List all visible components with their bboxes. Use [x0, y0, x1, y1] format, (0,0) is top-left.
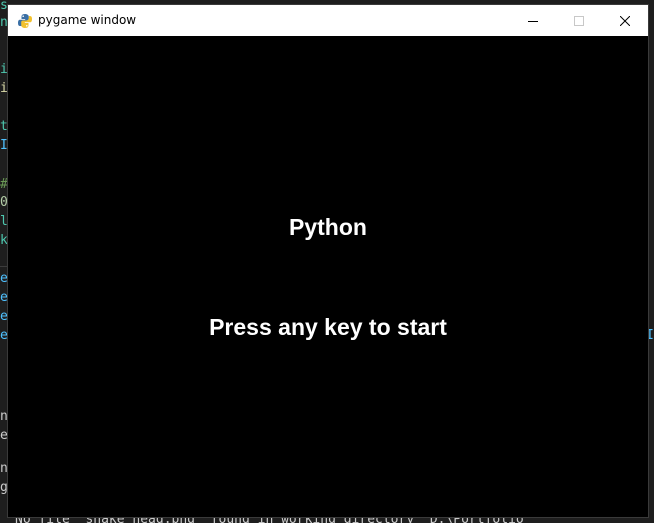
game-canvas[interactable]: Python Press any key to start [8, 36, 648, 517]
maximize-button[interactable] [556, 5, 602, 36]
close-button[interactable] [602, 5, 648, 36]
minimize-icon [528, 11, 538, 30]
desktop: s n i i t I # 0 l k e e e e n\ e( n\ g I… [0, 0, 654, 523]
window-titlebar[interactable]: pygame window [8, 5, 648, 36]
minimize-button[interactable] [510, 5, 556, 36]
window-title: pygame window [38, 13, 137, 27]
maximize-icon [574, 11, 584, 30]
start-prompt: Press any key to start [209, 314, 447, 340]
close-icon [619, 11, 631, 30]
pygame-snake-icon [17, 13, 33, 29]
game-title: Python [289, 214, 367, 240]
pygame-window: pygame window Python Press any key to st… [8, 5, 648, 517]
